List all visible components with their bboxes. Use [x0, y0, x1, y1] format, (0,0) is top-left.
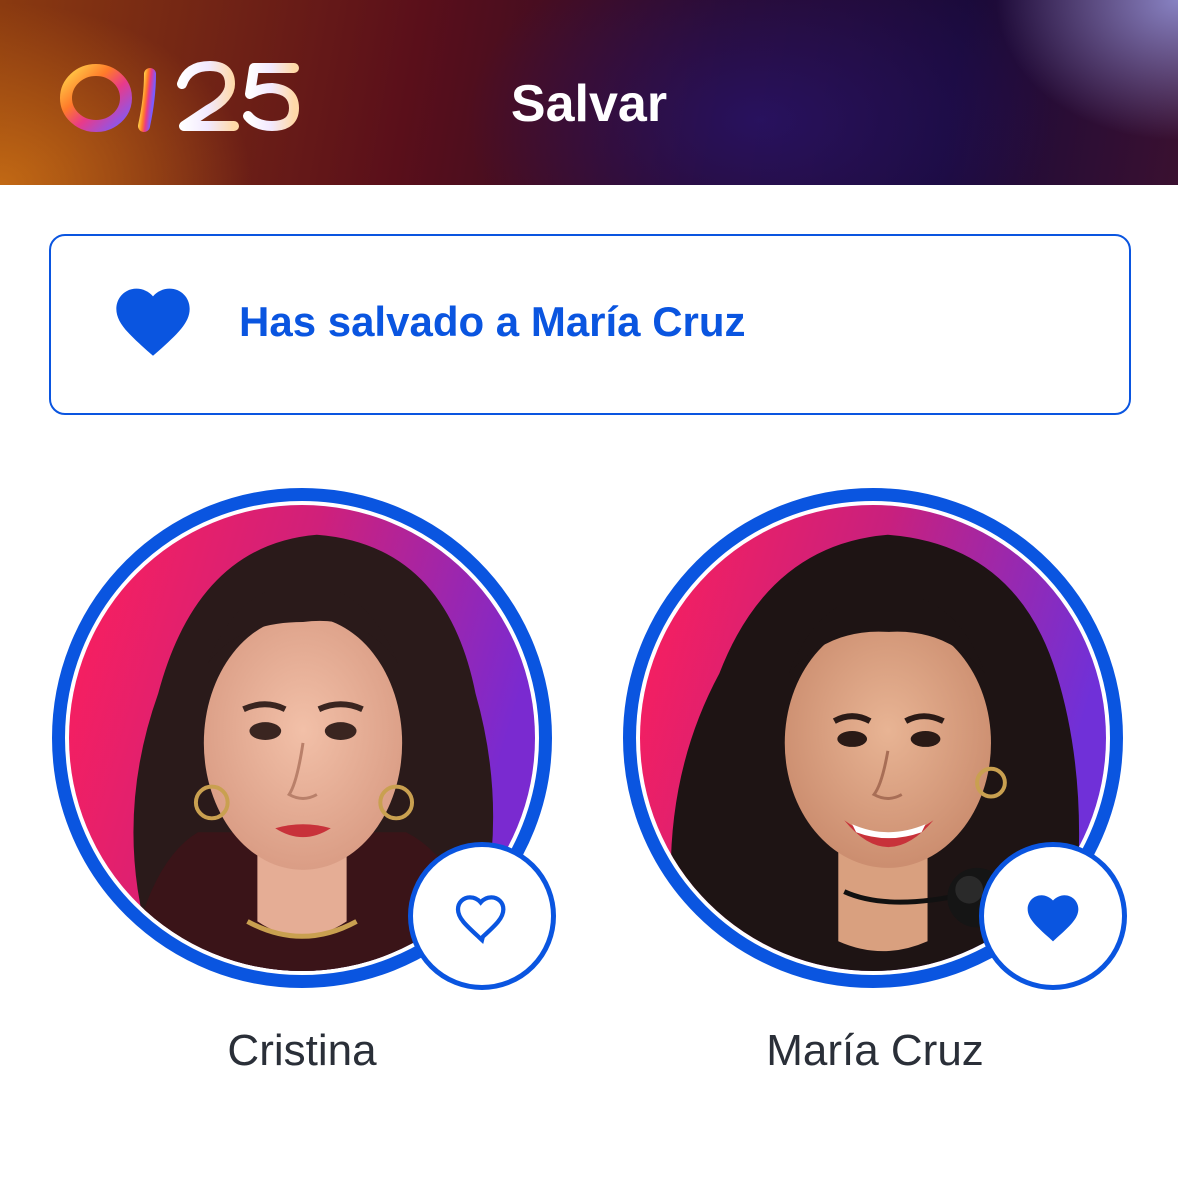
saved-confirmation-banner: Has salvado a María Cruz — [49, 234, 1131, 415]
candidate-card-cristina[interactable]: Cristina — [52, 488, 556, 1088]
save-toggle-button[interactable] — [408, 842, 556, 990]
save-toggle-button[interactable] — [979, 842, 1127, 990]
page-title: Salvar — [510, 75, 668, 133]
heart-outline-icon — [455, 895, 506, 945]
candidate-name: María Cruz — [766, 1026, 984, 1075]
banner-message: Has salvado a María Cruz — [239, 298, 746, 345]
heart-filled-icon — [1027, 895, 1079, 942]
app-header: Salvar — [0, 0, 1178, 185]
candidate-name: Cristina — [227, 1026, 377, 1075]
heart-filled-icon — [116, 288, 190, 356]
candidate-card-maria-cruz[interactable]: María Cruz — [623, 488, 1127, 1088]
